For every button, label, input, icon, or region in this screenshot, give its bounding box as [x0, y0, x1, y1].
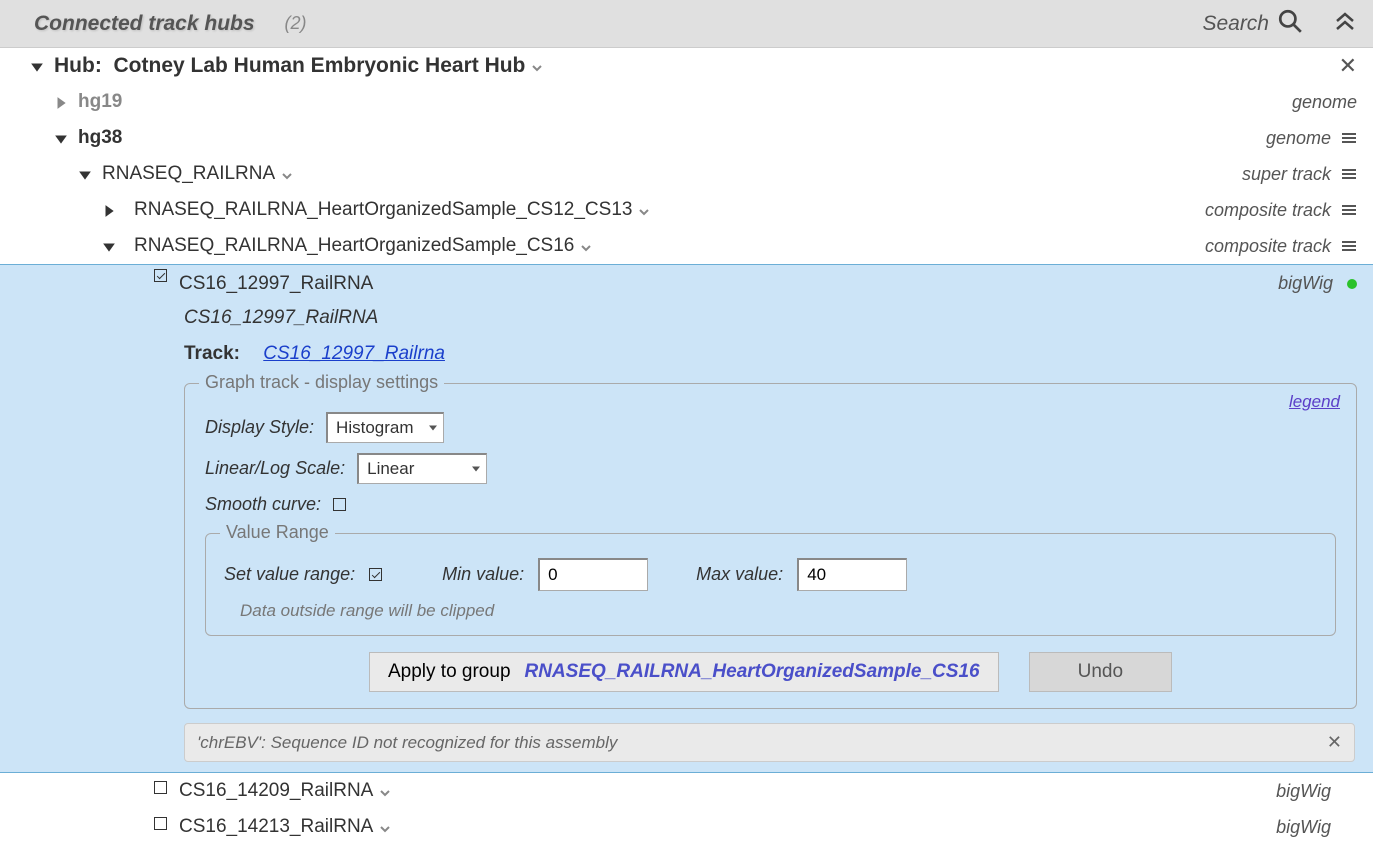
hub-row[interactable]: Hub: Cotney Lab Human Embryonic Heart Hu…	[0, 48, 1373, 84]
composite-track-1-row[interactable]: RNASEQ_RAILRNA_HeartOrganizedSample_CS12…	[0, 192, 1373, 228]
triangle-right-icon[interactable]	[102, 203, 116, 217]
chevron-down-icon[interactable]	[580, 239, 594, 253]
min-value-label: Min value:	[442, 564, 524, 585]
super-track-type: super track	[1242, 164, 1331, 185]
sibling-1-label: CS16_14209_RailRNA	[179, 780, 373, 802]
super-track-label: RNASEQ_RAILRNA	[102, 163, 275, 185]
triangle-down-icon[interactable]	[102, 239, 116, 253]
chevron-down-icon[interactable]	[379, 820, 393, 834]
genome-hg38-label: hg38	[78, 127, 122, 149]
panel-header: Connected track hubs (2) Search	[0, 0, 1373, 48]
track-label: Track:	[184, 343, 240, 364]
triangle-right-icon[interactable]	[54, 95, 68, 109]
triangle-down-icon[interactable]	[30, 59, 44, 73]
menu-icon[interactable]	[1341, 205, 1357, 215]
collapse-panel-icon[interactable]	[1333, 9, 1357, 38]
value-range-title: Value Range	[220, 522, 335, 543]
search-label: Search	[1202, 12, 1269, 36]
chevron-down-icon[interactable]	[281, 167, 295, 181]
triangle-down-icon[interactable]	[54, 131, 68, 145]
set-range-label: Set value range:	[224, 564, 355, 585]
track-detail-link[interactable]: CS16_12997_Railrna	[263, 343, 445, 364]
scale-label: Linear/Log Scale:	[205, 458, 345, 479]
genome-hg38-row[interactable]: hg38 genome	[0, 120, 1373, 156]
hub-name: Cotney Lab Human Embryonic Heart Hub	[114, 54, 526, 77]
search-icon[interactable]	[1277, 8, 1303, 39]
selected-track-type: bigWig	[1278, 273, 1333, 294]
composite-track-2-row[interactable]: RNASEQ_RAILRNA_HeartOrganizedSample_CS16…	[0, 228, 1373, 264]
tree-scroll-area[interactable]: Hub: Cotney Lab Human Embryonic Heart Hu…	[0, 48, 1373, 863]
display-style-select[interactable]: Histogram	[326, 412, 444, 443]
status-dot-icon	[1347, 279, 1357, 289]
min-value-input[interactable]	[538, 558, 648, 591]
track-description: CS16_12997_RailRNA	[0, 295, 1373, 333]
sibling-track-1-row[interactable]: CS16_14209_RailRNA bigWig	[0, 773, 1373, 809]
genome-hg19-row[interactable]: hg19 genome	[0, 84, 1373, 120]
close-hub-icon[interactable]: ✕	[1339, 53, 1357, 79]
genome-hg38-type: genome	[1266, 128, 1331, 149]
smooth-curve-checkbox[interactable]	[333, 498, 346, 511]
composite-1-type: composite track	[1205, 200, 1331, 221]
track-checkbox[interactable]	[154, 269, 167, 282]
super-track-row[interactable]: RNASEQ_RAILRNA super track	[0, 156, 1373, 192]
chevron-down-icon[interactable]	[379, 784, 393, 798]
sibling-1-type: bigWig	[1276, 781, 1331, 802]
panel-title: Connected track hubs	[34, 12, 255, 36]
hub-prefix: Hub:	[54, 54, 102, 77]
chevron-down-icon[interactable]	[638, 203, 652, 217]
warning-message: 'chrEBV': Sequence ID not recognized for…	[184, 723, 1355, 762]
close-warning-icon[interactable]: ✕	[1327, 732, 1342, 753]
display-settings-fieldset: Graph track - display settings legend Di…	[184, 383, 1357, 709]
track-link-row: Track: CS16_12997_Railrna	[0, 333, 1373, 375]
smooth-curve-label: Smooth curve:	[205, 494, 321, 515]
chevron-down-icon[interactable]	[531, 59, 545, 73]
scale-select[interactable]: Linear	[357, 453, 487, 484]
sibling-2-label: CS16_14213_RailRNA	[179, 816, 373, 838]
genome-hg19-label: hg19	[78, 91, 122, 113]
triangle-down-icon[interactable]	[78, 167, 92, 181]
value-range-fieldset: Value Range Set value range: Min value: …	[205, 533, 1336, 636]
fieldset-title: Graph track - display settings	[199, 372, 444, 393]
menu-icon[interactable]	[1341, 241, 1357, 251]
max-value-label: Max value:	[696, 564, 783, 585]
set-range-checkbox[interactable]	[369, 568, 382, 581]
composite-2-label: RNASEQ_RAILRNA_HeartOrganizedSample_CS16	[134, 235, 574, 257]
hub-count: (2)	[285, 13, 307, 34]
menu-icon[interactable]	[1341, 133, 1357, 143]
legend-link[interactable]: legend	[1289, 392, 1340, 412]
sibling-2-type: bigWig	[1276, 817, 1331, 838]
composite-2-type: composite track	[1205, 236, 1331, 257]
selected-track-block: CS16_12997_RailRNA bigWig CS16_12997_Rai…	[0, 264, 1373, 773]
undo-button[interactable]: Undo	[1029, 652, 1172, 692]
composite-1-label: RNASEQ_RAILRNA_HeartOrganizedSample_CS12…	[134, 199, 632, 221]
genome-hg19-type: genome	[1292, 92, 1357, 113]
track-checkbox[interactable]	[154, 781, 167, 794]
menu-icon[interactable]	[1341, 169, 1357, 179]
max-value-input[interactable]	[797, 558, 907, 591]
range-hint: Data outside range will be clipped	[224, 601, 1317, 621]
sibling-track-2-row[interactable]: CS16_14213_RailRNA bigWig	[0, 809, 1373, 845]
selected-track-title: CS16_12997_RailRNA	[179, 273, 373, 295]
apply-to-group-button[interactable]: Apply to group RNASEQ_RAILRNA_HeartOrgan…	[369, 652, 999, 692]
track-checkbox[interactable]	[154, 817, 167, 830]
display-style-label: Display Style:	[205, 417, 314, 438]
